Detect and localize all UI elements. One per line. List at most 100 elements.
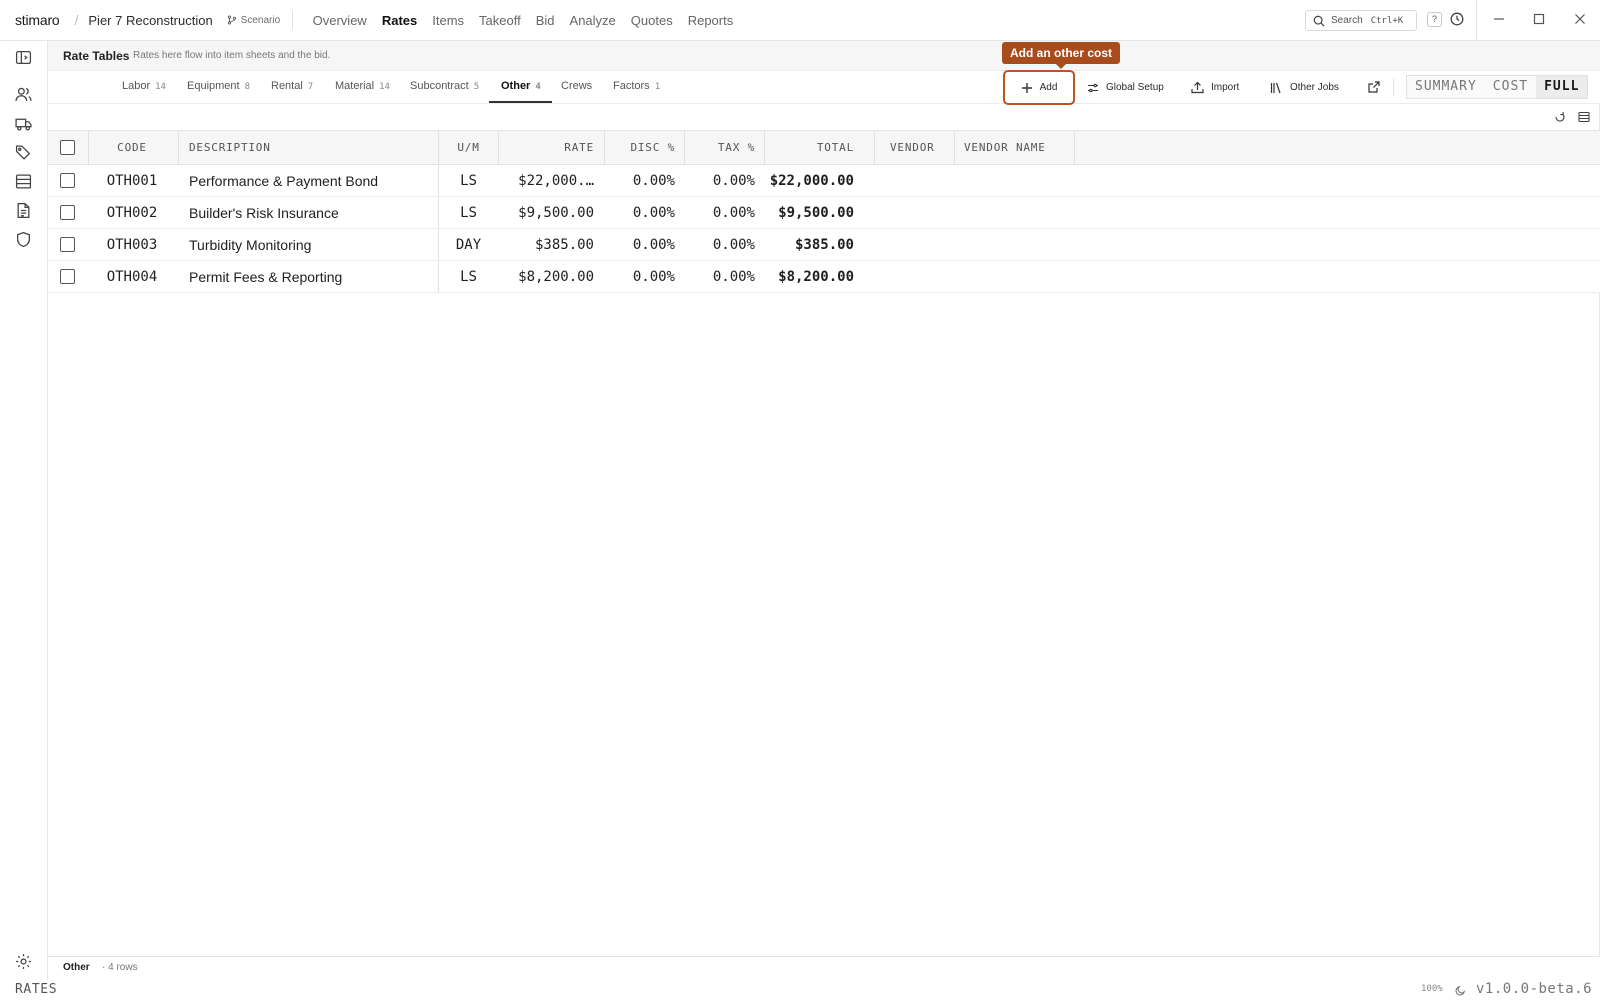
scenario-button[interactable]: Scenario <box>227 15 280 26</box>
maximize-icon[interactable] <box>1532 12 1546 26</box>
view-mode-full[interactable]: FULL <box>1536 76 1588 98</box>
cell-vendor[interactable] <box>890 261 950 292</box>
col-vendor-name[interactable]: VENDOR NAME <box>964 131 1074 164</box>
table-row[interactable]: OTH004 Permit Fees & Reporting LS $8,200.00… <box>48 261 1600 293</box>
other-jobs-button[interactable]: Other Jobs <box>1270 76 1339 99</box>
search-box[interactable]: Search Ctrl+K <box>1305 10 1417 31</box>
import-button[interactable]: Import <box>1191 76 1239 99</box>
nav-rates[interactable]: Rates <box>374 0 424 41</box>
cell-total[interactable]: $8,200.00 <box>765 261 854 292</box>
table-icon[interactable] <box>15 173 32 190</box>
row-checkbox[interactable] <box>60 237 75 252</box>
external-link-icon[interactable] <box>1368 81 1380 93</box>
cell-rate[interactable]: $22,000.… <box>499 165 594 196</box>
cell-description[interactable]: Builder's Risk Insurance <box>189 197 434 228</box>
cell-disc[interactable]: 0.00% <box>605 165 675 196</box>
cell-vendor[interactable] <box>890 229 950 260</box>
row-checkbox[interactable] <box>60 269 75 284</box>
col-um[interactable]: U/M <box>439 131 498 164</box>
nav-quotes[interactable]: Quotes <box>623 0 680 41</box>
tab-rental[interactable]: Rental 7 <box>271 71 313 104</box>
cell-code[interactable]: OTH004 <box>89 261 175 292</box>
nav-reports[interactable]: Reports <box>680 0 741 41</box>
tab-equipment[interactable]: Equipment 8 <box>187 71 250 104</box>
people-icon[interactable] <box>15 86 32 103</box>
truck-icon[interactable] <box>15 115 32 132</box>
cell-um[interactable]: LS <box>439 165 498 196</box>
cell-um[interactable]: LS <box>439 261 498 292</box>
add-tooltip: Add an other cost <box>1002 42 1121 69</box>
cell-total[interactable]: $9,500.00 <box>765 197 854 228</box>
cell-total[interactable]: $385.00 <box>765 229 854 260</box>
cell-um[interactable]: LS <box>439 197 498 228</box>
global-setup-button[interactable]: Global Setup <box>1087 76 1164 99</box>
zoom-level[interactable]: 100% <box>1421 984 1443 994</box>
document-icon[interactable] <box>15 202 32 219</box>
col-disc[interactable]: DISC % <box>605 131 675 164</box>
cell-rate[interactable]: $8,200.00 <box>499 261 594 292</box>
cell-tax[interactable]: 0.00% <box>685 261 755 292</box>
cell-code[interactable]: OTH003 <box>89 229 175 260</box>
gear-icon[interactable] <box>15 953 32 970</box>
table-row[interactable]: OTH001 Performance & Payment Bond LS $22,00… <box>48 165 1600 197</box>
col-total[interactable]: TOTAL <box>765 131 854 164</box>
add-button[interactable]: Add <box>1003 70 1075 105</box>
nav-overview[interactable]: Overview <box>305 0 374 41</box>
minimize-icon[interactable] <box>1492 12 1506 26</box>
cell-um[interactable]: DAY <box>439 229 498 260</box>
cell-disc[interactable]: 0.00% <box>605 229 675 260</box>
nav-items[interactable]: Items <box>425 0 472 41</box>
cell-code[interactable]: OTH002 <box>89 197 175 228</box>
cell-disc[interactable]: 0.00% <box>605 261 675 292</box>
select-all-checkbox[interactable] <box>60 140 75 155</box>
cell-rate[interactable]: $9,500.00 <box>499 197 594 228</box>
tab-subcontract[interactable]: Subcontract 5 <box>410 71 479 104</box>
plus-icon <box>1021 82 1032 93</box>
tab-labor[interactable]: Labor 14 <box>122 71 166 104</box>
row-checkbox[interactable] <box>60 205 75 220</box>
table-row[interactable]: OTH003 Turbidity Monitoring DAY $385.00 0.00… <box>48 229 1600 261</box>
cell-vendor-name[interactable] <box>964 229 1074 260</box>
cell-disc[interactable]: 0.00% <box>605 197 675 228</box>
tab-material[interactable]: Material 14 <box>335 71 390 104</box>
col-tax[interactable]: TAX % <box>685 131 755 164</box>
col-rate[interactable]: RATE <box>499 131 594 164</box>
table-row[interactable]: OTH002 Builder's Risk Insurance LS $9,500.0… <box>48 197 1600 229</box>
sidebar-toggle-icon[interactable] <box>15 49 32 66</box>
cell-tax[interactable]: 0.00% <box>685 165 755 196</box>
theme-icon[interactable] <box>1455 985 1466 996</box>
col-description[interactable]: DESCRIPTION <box>189 131 429 164</box>
cell-rate[interactable]: $385.00 <box>499 229 594 260</box>
cell-description[interactable]: Permit Fees & Reporting <box>189 261 434 292</box>
tags-icon[interactable] <box>15 144 32 161</box>
close-icon[interactable] <box>1573 12 1587 26</box>
cell-description[interactable]: Turbidity Monitoring <box>189 229 434 260</box>
cell-vendor[interactable] <box>890 165 950 196</box>
tab-crews[interactable]: Crews <box>561 71 592 104</box>
cell-code[interactable]: OTH001 <box>89 165 175 196</box>
cell-total[interactable]: $22,000.00 <box>765 165 854 196</box>
cell-vendor[interactable] <box>890 197 950 228</box>
view-mode-summary[interactable]: SUMMARY <box>1407 76 1485 98</box>
cell-tax[interactable]: 0.00% <box>685 197 755 228</box>
nav-bid[interactable]: Bid <box>528 0 562 41</box>
cell-vendor-name[interactable] <box>964 261 1074 292</box>
row-checkbox[interactable] <box>60 173 75 188</box>
tab-other[interactable]: Other 4 <box>489 71 552 104</box>
history-icon[interactable] <box>1450 12 1464 26</box>
cell-vendor-name[interactable] <box>964 197 1074 228</box>
col-vendor[interactable]: VENDOR <box>890 131 960 164</box>
project-name[interactable]: Pier 7 Reconstruction <box>88 13 212 28</box>
col-code[interactable]: CODE <box>89 131 175 164</box>
view-mode-cost[interactable]: COST <box>1485 76 1536 98</box>
cell-description[interactable]: Performance & Payment Bond <box>189 165 434 196</box>
cell-vendor-name[interactable] <box>964 165 1074 196</box>
app-logo[interactable]: stimaro <box>15 12 60 28</box>
shield-icon[interactable] <box>15 231 32 248</box>
nav-takeoff[interactable]: Takeoff <box>472 0 529 41</box>
cell-tax[interactable]: 0.00% <box>685 229 755 260</box>
tab-factors[interactable]: Factors 1 <box>613 71 660 104</box>
nav-analyze[interactable]: Analyze <box>562 0 623 41</box>
tab-label: Equipment <box>187 80 240 92</box>
help-button[interactable]: ? <box>1427 12 1442 27</box>
